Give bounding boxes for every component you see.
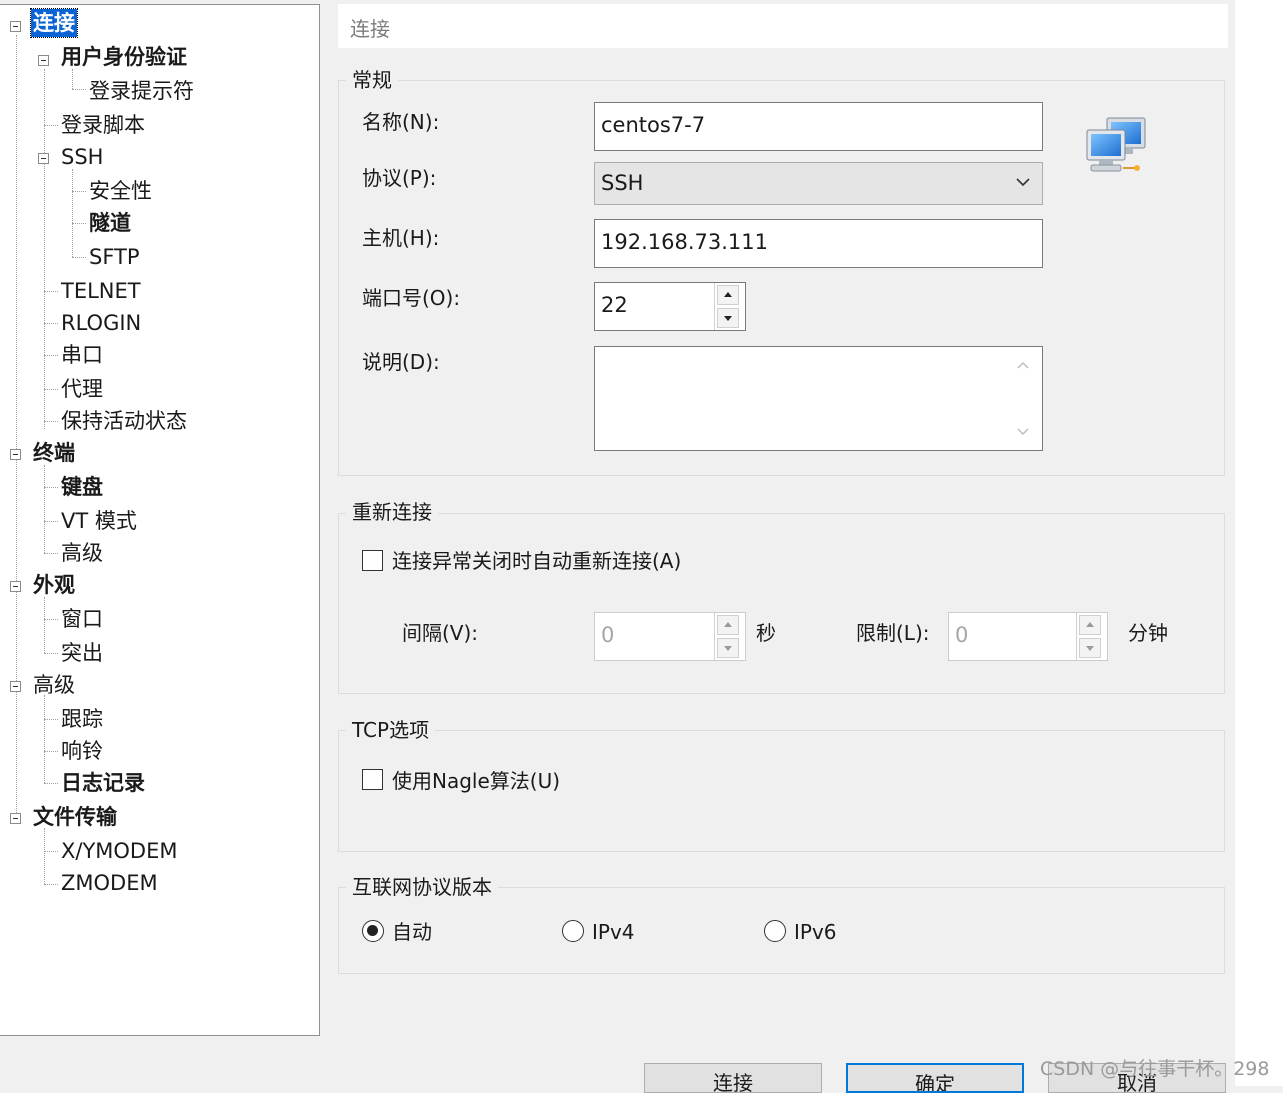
tree-item-tunneling[interactable]: 隧道 xyxy=(87,209,133,237)
interval-spinner xyxy=(714,613,742,660)
network-computers-icon xyxy=(1086,117,1146,172)
ip-v6-radio[interactable] xyxy=(764,920,786,942)
tree-item-connection[interactable]: 连接 xyxy=(30,8,78,38)
tree-item-bell[interactable]: 响铃 xyxy=(59,737,105,765)
ip-v4-label: IPv4 xyxy=(592,920,635,944)
interval-value: 0 xyxy=(601,623,615,647)
collapse-appearance-icon[interactable] xyxy=(10,581,21,592)
tree-item-rlogin[interactable]: RLOGIN xyxy=(59,309,143,337)
chevron-down-icon xyxy=(1016,178,1030,187)
protocol-label: 协议(P): xyxy=(362,166,437,190)
interval-up-button xyxy=(717,615,739,635)
tree-item-terminal[interactable]: 终端 xyxy=(31,439,77,467)
ip-auto-label: 自动 xyxy=(392,920,432,944)
auto-reconnect-checkbox[interactable] xyxy=(362,550,383,571)
auto-reconnect-label: 连接异常关闭时自动重新连接(A) xyxy=(392,549,682,573)
connect-button[interactable]: 连接 xyxy=(644,1063,822,1093)
tree-item-trace[interactable]: 跟踪 xyxy=(59,705,105,733)
ip-auto-radio[interactable] xyxy=(362,920,384,942)
port-value: 22 xyxy=(601,293,628,317)
ip-v6-label: IPv6 xyxy=(794,920,837,944)
arrow-down-icon xyxy=(724,316,732,321)
port-down-button[interactable] xyxy=(717,308,739,328)
section-title: 连接 xyxy=(350,17,390,41)
tree-item-login-scripts[interactable]: 登录脚本 xyxy=(59,111,147,139)
tree-item-telnet[interactable]: TELNET xyxy=(59,277,143,305)
host-input[interactable]: 192.168.73.111 xyxy=(594,219,1043,268)
ok-button[interactable]: 确定 xyxy=(846,1063,1024,1093)
interval-down-button xyxy=(717,638,739,658)
port-up-button[interactable] xyxy=(717,285,739,305)
tree-item-file-transfer[interactable]: 文件传输 xyxy=(31,803,119,831)
collapse-auth-icon[interactable] xyxy=(38,55,49,66)
protocol-select[interactable]: SSH xyxy=(594,162,1043,205)
limit-up-button xyxy=(1079,615,1101,635)
host-label: 主机(H): xyxy=(362,226,440,250)
tree-item-login-prompts[interactable]: 登录提示符 xyxy=(87,77,196,105)
nagle-label: 使用Nagle算法(U) xyxy=(392,769,561,793)
limit-unit: 分钟 xyxy=(1128,621,1168,645)
collapse-advanced-icon[interactable] xyxy=(10,681,21,692)
tree-item-keep-alive[interactable]: 保持活动状态 xyxy=(59,407,189,435)
watermark: CSDN @与往事干杯。298 xyxy=(1040,1058,1270,1080)
limit-label: 限制(L): xyxy=(856,621,930,645)
tree-item-appearance[interactable]: 外观 xyxy=(31,571,77,599)
scroll-down-icon[interactable] xyxy=(1016,427,1030,437)
description-label: 说明(D): xyxy=(362,350,440,374)
tree-item-security[interactable]: 安全性 xyxy=(87,177,154,205)
category-tree[interactable]: 连接 用户身份验证 登录提示符 登录脚本 SSH 安全性 隧道 SFTP TEL… xyxy=(0,4,320,1036)
general-group-label: 常规 xyxy=(346,67,398,93)
tree-item-keyboard[interactable]: 键盘 xyxy=(59,473,105,501)
ip-v4-radio[interactable] xyxy=(562,920,584,942)
tree-item-highlight[interactable]: 突出 xyxy=(59,639,105,667)
tree-item-serial[interactable]: 串口 xyxy=(59,341,105,369)
limit-spinner xyxy=(1076,613,1104,660)
interval-label: 间隔(V): xyxy=(402,621,479,645)
description-textarea[interactable] xyxy=(594,346,1043,451)
name-input[interactable]: centos7-7 xyxy=(594,102,1043,151)
tree-item-proxy[interactable]: 代理 xyxy=(59,375,105,403)
tree-item-logging[interactable]: 日志记录 xyxy=(59,769,147,797)
tree-item-vt-modes[interactable]: VT 模式 xyxy=(59,507,139,535)
interval-unit: 秒 xyxy=(756,621,776,645)
arrow-up-icon xyxy=(724,622,732,627)
tcp-group-label: TCP选项 xyxy=(346,717,436,743)
nagle-checkbox[interactable] xyxy=(362,769,383,790)
arrow-down-icon xyxy=(1086,646,1094,651)
tree-item-zmodem[interactable]: ZMODEM xyxy=(59,869,160,897)
collapse-terminal-icon[interactable] xyxy=(10,449,21,460)
protocol-select-value: SSH xyxy=(601,171,644,195)
tree-item-advanced[interactable]: 高级 xyxy=(31,671,77,699)
arrow-down-icon xyxy=(724,646,732,651)
section-header: 连接 xyxy=(338,4,1228,48)
name-label: 名称(N): xyxy=(362,110,440,134)
limit-value: 0 xyxy=(955,623,969,647)
tree-item-window[interactable]: 窗口 xyxy=(59,605,105,633)
ip-version-group-label: 互联网协议版本 xyxy=(346,874,498,900)
port-spinner[interactable] xyxy=(714,283,742,330)
collapse-filetransfer-icon[interactable] xyxy=(10,813,21,824)
reconnect-group-label: 重新连接 xyxy=(346,499,438,525)
limit-down-button xyxy=(1079,638,1101,658)
collapse-connection-icon[interactable] xyxy=(10,21,21,32)
tree-item-user-auth[interactable]: 用户身份验证 xyxy=(59,43,189,71)
collapse-ssh-icon[interactable] xyxy=(38,153,49,164)
tree-item-terminal-advanced[interactable]: 高级 xyxy=(59,539,105,567)
reconnect-group xyxy=(338,513,1225,694)
port-label: 端口号(O): xyxy=(362,286,461,310)
arrow-up-icon xyxy=(1086,622,1094,627)
arrow-up-icon xyxy=(724,292,732,297)
tree-item-sftp[interactable]: SFTP xyxy=(87,243,142,271)
tree-item-ssh[interactable]: SSH xyxy=(59,143,105,171)
tree-item-xymodem[interactable]: X/YMODEM xyxy=(59,837,180,865)
scroll-up-icon[interactable] xyxy=(1016,360,1030,370)
